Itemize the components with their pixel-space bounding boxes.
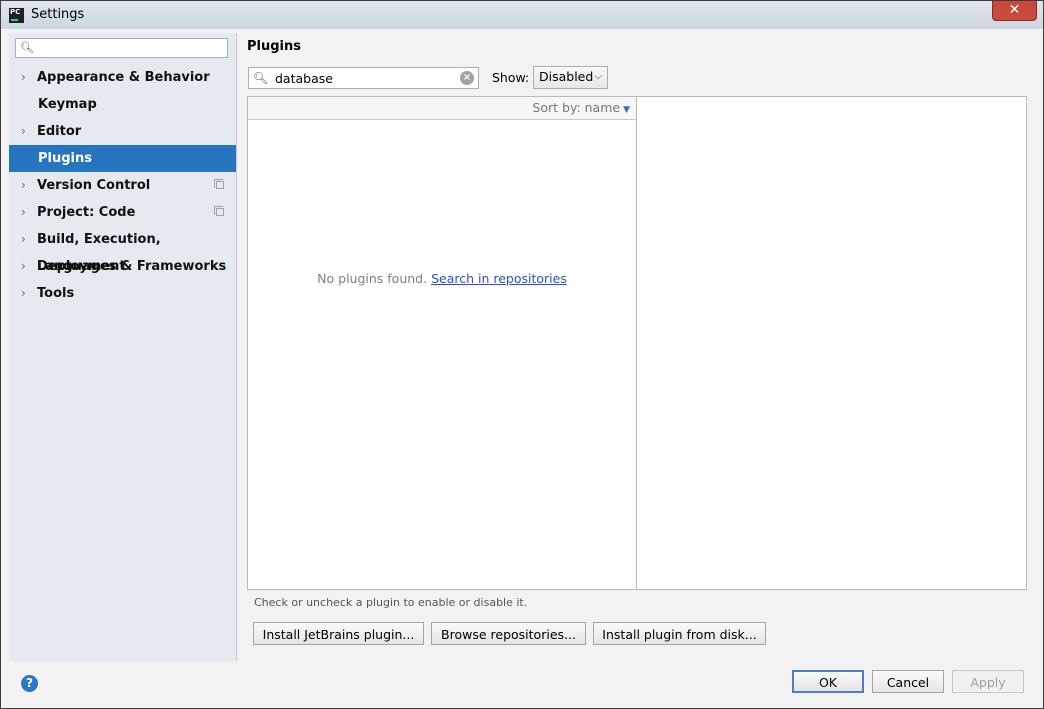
chevron-right-icon[interactable]: ›	[21, 226, 26, 253]
plugin-hint-text: Check or uncheck a plugin to enable or d…	[254, 596, 528, 609]
sidebar-item-label: Keymap	[38, 97, 97, 112]
sidebar-search-input[interactable]: 🔍︎	[15, 38, 228, 58]
chevron-right-icon[interactable]: ›	[21, 253, 26, 280]
ok-button[interactable]: OK	[792, 670, 864, 693]
sidebar-item-label: Appearance & Behavior	[37, 70, 210, 85]
browse-repositories-button[interactable]: Browse repositories...	[431, 622, 586, 645]
close-button[interactable]: ✕	[992, 1, 1037, 21]
show-filter-value: Disabled	[539, 69, 594, 84]
plugin-search-box[interactable]: 🔍︎ ×	[248, 67, 479, 89]
plugin-search-input[interactable]	[275, 70, 455, 86]
sidebar-item[interactable]: › Appearance & Behavior	[9, 64, 236, 91]
plugin-list: Sort by: name ▼ No plugins found. Search …	[247, 96, 637, 590]
pycharm-app-icon: PC	[9, 8, 24, 23]
plugin-details-pane	[636, 96, 1027, 590]
project-settings-icon	[214, 179, 224, 189]
sort-down-arrow-icon: ▼	[623, 105, 630, 115]
title-bar: PC Settings ✕	[1, 1, 1043, 29]
settings-window: PC Settings ✕ 🔍︎ › Appearance & Behavior K…	[0, 0, 1044, 709]
sidebar-item[interactable]: › Editor	[9, 118, 236, 145]
apply-button[interactable]: Apply	[952, 670, 1024, 693]
sidebar-item-label: Project: Code	[37, 205, 136, 220]
install-jetbrains-plugin-button[interactable]: Install JetBrains plugin...	[253, 622, 424, 645]
sidebar-item[interactable]: Keymap	[9, 91, 236, 118]
search-icon: 🔍︎	[253, 71, 269, 85]
chevron-down-icon: ⌵	[594, 71, 602, 82]
empty-state-message: No plugins found. Search in repositories	[248, 271, 636, 286]
sort-by-control[interactable]: Sort by: name ▼	[532, 100, 630, 115]
sidebar-item[interactable]: Plugins	[9, 145, 236, 172]
show-filter-dropdown[interactable]: Disabled ⌵	[533, 66, 608, 89]
sidebar-item-label: Plugins	[38, 151, 92, 166]
sidebar-item[interactable]: › Project: Code	[9, 199, 236, 226]
help-button[interactable]: ?	[21, 675, 38, 692]
sidebar-item[interactable]: › Version Control	[9, 172, 236, 199]
search-in-repositories-link[interactable]: Search in repositories	[431, 271, 567, 286]
chevron-right-icon[interactable]: ›	[21, 118, 26, 145]
sidebar-item-label: Editor	[37, 124, 82, 139]
sidebar-item[interactable]: › Tools	[9, 280, 236, 307]
chevron-right-icon[interactable]: ›	[21, 280, 26, 307]
chevron-right-icon[interactable]: ›	[21, 172, 26, 199]
chevron-right-icon[interactable]: ›	[21, 64, 26, 91]
project-settings-icon	[214, 206, 224, 216]
chevron-right-icon[interactable]: ›	[21, 199, 26, 226]
sidebar-item-label: Languages & Frameworks	[37, 259, 227, 274]
sort-by-label: Sort by: name	[532, 100, 621, 115]
show-filter-label: Show:	[492, 70, 530, 85]
no-plugins-text: No plugins found.	[317, 271, 428, 286]
settings-sidebar: 🔍︎ › Appearance & Behavior Keymap › Editor Pl…	[9, 33, 237, 661]
install-plugin-from-disk-button[interactable]: Install plugin from disk...	[593, 622, 766, 645]
clear-search-icon[interactable]: ×	[460, 71, 474, 85]
sidebar-item-label: Tools	[37, 286, 75, 301]
window-title: Settings	[31, 7, 85, 22]
sidebar-item-label: Version Control	[37, 178, 151, 193]
page-title: Plugins	[247, 39, 301, 54]
plugin-list-header: Sort by: name ▼	[248, 97, 636, 120]
sidebar-item[interactable]: › Languages & Frameworks	[9, 253, 236, 280]
sidebar-item[interactable]: › Build, Execution, Deployment	[9, 226, 236, 274]
search-icon: 🔍︎	[20, 41, 34, 54]
cancel-button[interactable]: Cancel	[872, 670, 944, 693]
